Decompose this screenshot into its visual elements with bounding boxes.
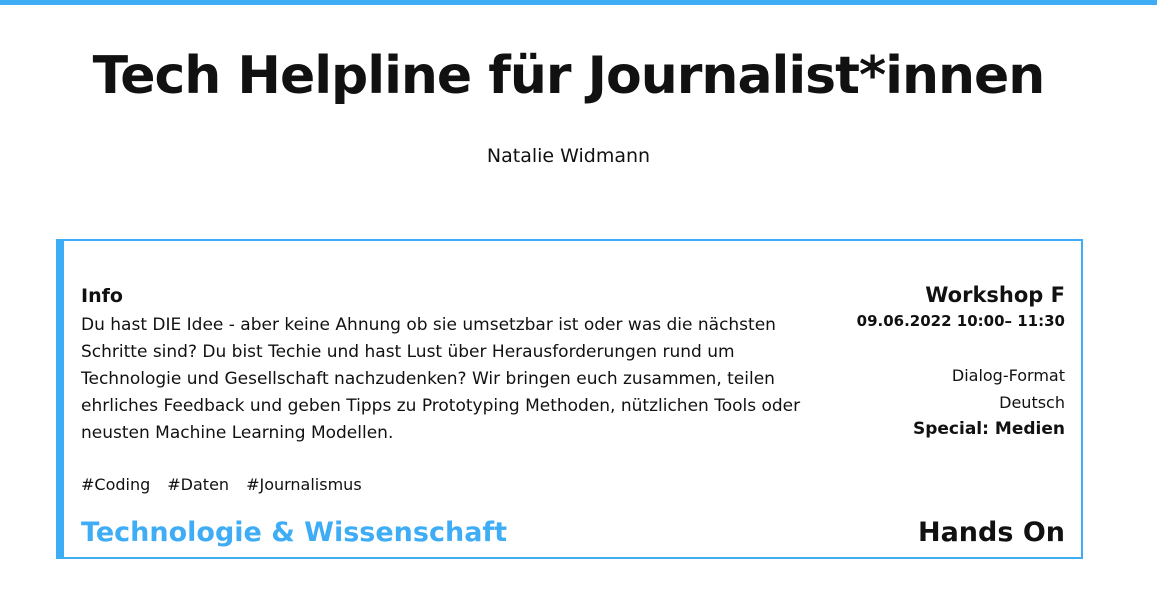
special-label: Special: [912,419,989,439]
session-datetime: 09.06.2022 10:00– 11:30 [856,312,1065,330]
session-language: Deutsch [999,393,1065,412]
tag-coding[interactable]: #Coding [81,475,150,494]
session-card: Info Du hast DIE Idee - aber keine Ahnun… [56,239,1083,559]
tag-list: #Coding #Daten #Journalismus [81,475,362,494]
speaker-name: Natalie Widmann [486,145,651,167]
session-format: Dialog-Format [951,366,1065,385]
page-title: Tech Helpline für Journalist*innen [92,46,1046,106]
special-row: Special: Medien [857,416,1065,443]
session-label: Workshop F [925,283,1065,307]
category-label: Technologie & Wissenschaft [81,517,508,548]
top-accent-bar [0,0,1157,5]
session-meta: Workshop F 09.06.2022 10:00– 11:30 Dialo… [857,281,1065,443]
session-description: Du hast DIE Idee - aber keine Ahnung ob … [81,315,801,443]
tag-journalismus[interactable]: #Journalismus [246,475,362,494]
session-type: Hands On [917,517,1065,548]
info-heading: Info [81,285,123,307]
tag-daten[interactable]: #Daten [167,475,229,494]
special-value: Medien [994,419,1065,439]
